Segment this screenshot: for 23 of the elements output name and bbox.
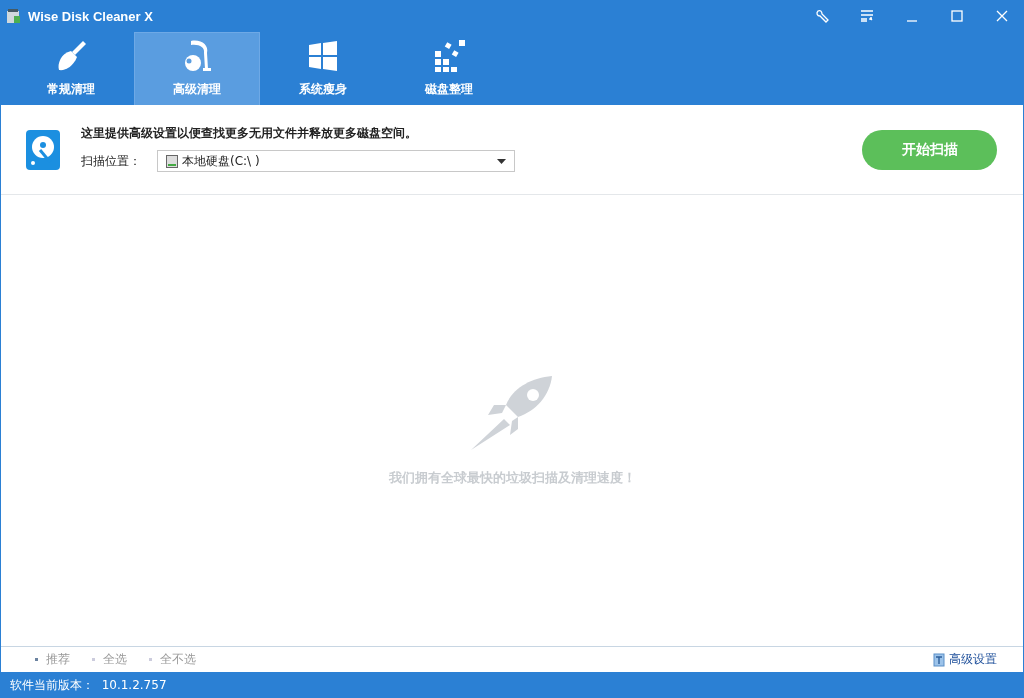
close-icon	[995, 10, 1008, 22]
nav-tab[interactable]: 磁盘整理	[386, 32, 512, 105]
nav-tab[interactable]: 系统瘦身	[260, 32, 386, 105]
nav-tab[interactable]: 高级清理	[134, 32, 260, 105]
description-text: 这里提供高级设置以便查找更多无用文件并释放更多磁盘空间。	[81, 125, 418, 142]
nav-tab[interactable]: 常规清理	[8, 32, 134, 105]
wrench-icon	[814, 9, 829, 23]
scan-location-label: 扫描位置：	[81, 152, 141, 170]
version-text: 软件当前版本： 10.1.2.757	[10, 676, 167, 694]
scan-location-dropdown[interactable]: 本地硬盘(C:\ )	[157, 150, 515, 172]
maximize-icon	[950, 10, 963, 22]
selection-link[interactable]: 全选	[92, 651, 127, 668]
caret-icon	[497, 158, 506, 164]
menu-icon	[859, 10, 874, 22]
start-scan-button[interactable]: 开始扫描	[862, 129, 997, 170]
selection-link[interactable]: 推荐	[35, 651, 70, 668]
selection-link[interactable]: 全不选	[149, 651, 196, 668]
drive-icon	[166, 154, 178, 168]
app-logo-icon	[6, 8, 22, 24]
minimize-icon	[905, 20, 918, 22]
window-title: Wise Disk Cleaner X	[28, 8, 154, 24]
text-icon	[933, 652, 945, 667]
advanced-settings-link[interactable]: 高级设置	[933, 651, 997, 668]
